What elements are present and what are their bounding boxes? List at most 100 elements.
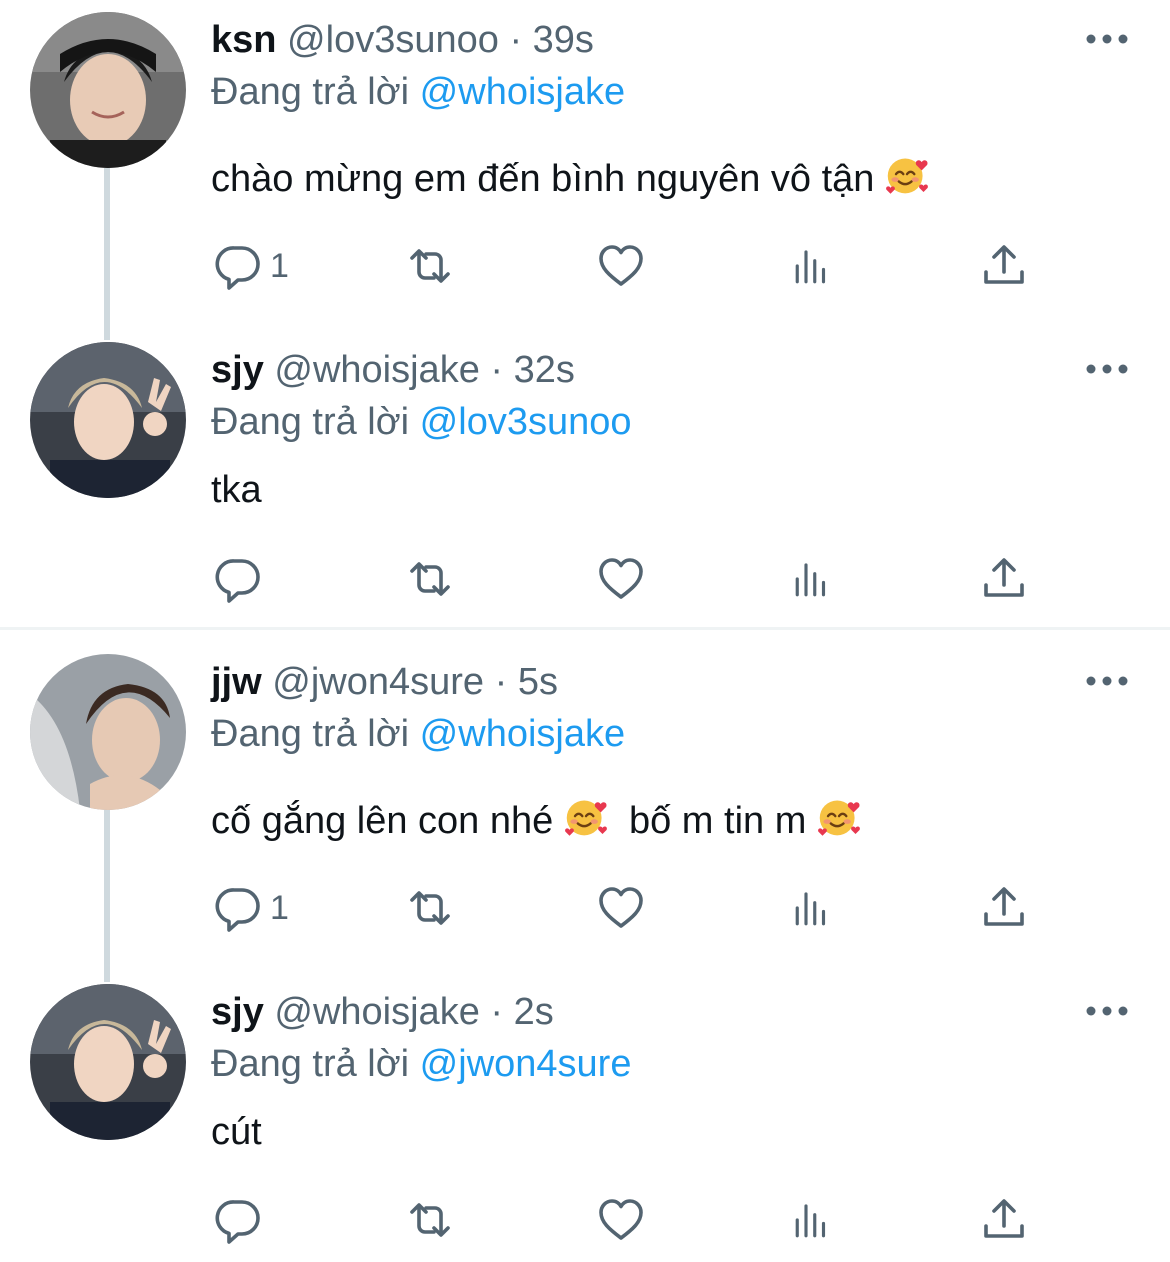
avatar-jjw[interactable] (30, 654, 186, 810)
smiling-face-with-hearts-icon (564, 795, 608, 839)
views-icon (792, 242, 834, 290)
tweet-text-content: cút (211, 1111, 262, 1153)
tweet-text-part2: bố m tin m (628, 800, 807, 842)
tweet-1[interactable]: ksn @lov3sunoo · 39s Đang trả lời @whois… (0, 0, 1170, 320)
share-button[interactable] (980, 878, 1028, 938)
timestamp[interactable]: 39s (533, 19, 594, 61)
share-icon (980, 555, 1028, 603)
views-icon (792, 884, 834, 932)
mention-link[interactable]: @lov3sunoo (420, 401, 632, 443)
reply-icon (214, 242, 262, 290)
retweet-button[interactable] (402, 549, 458, 609)
tweet-text-content: chào mừng em đến bình nguyên vô tận (211, 158, 875, 200)
share-icon (980, 884, 1028, 932)
like-button[interactable] (597, 236, 645, 296)
views-icon (792, 555, 834, 603)
tweet-header: sjy @whoisjake · 2s (211, 990, 554, 1034)
smiling-face-with-hearts-icon (817, 795, 861, 839)
avatar-sjy[interactable] (30, 342, 186, 498)
tweet-text: cút (211, 1110, 262, 1154)
tweet-header: jjw @jwon4sure · 5s (211, 660, 558, 704)
mention-link[interactable]: @whoisjake (420, 713, 625, 755)
action-bar: 1 (0, 236, 1170, 296)
action-bar (0, 1190, 1170, 1250)
separator: · (490, 349, 504, 391)
like-button[interactable] (597, 1190, 645, 1250)
more-icon[interactable] (1084, 671, 1130, 691)
replying-to-prefix: Đang trả lời (211, 713, 410, 755)
reply-button[interactable]: 1 (214, 878, 289, 938)
reply-icon (214, 1196, 262, 1244)
display-name[interactable]: sjy (211, 991, 264, 1033)
replying-to: Đang trả lời @whoisjake (211, 70, 625, 114)
replying-to: Đang trả lời @whoisjake (211, 712, 625, 756)
like-button[interactable] (597, 878, 645, 938)
user-handle[interactable]: @whoisjake (274, 349, 479, 391)
tweet-header: ksn @lov3sunoo · 39s (211, 18, 594, 62)
reply-count: 1 (270, 888, 289, 927)
reply-button[interactable]: 1 (214, 236, 289, 296)
retweet-icon (402, 1196, 458, 1244)
reply-count: 1 (270, 246, 289, 285)
tweet-text: cố gắng lên con nhé bố m tin m (211, 795, 861, 843)
more-icon[interactable] (1084, 1001, 1130, 1021)
tweet-text: tka (211, 468, 262, 512)
heart-icon (597, 1196, 645, 1244)
tweet-text-content: tka (211, 469, 262, 511)
share-button[interactable] (980, 549, 1028, 609)
views-icon (792, 1196, 834, 1244)
retweet-button[interactable] (402, 236, 458, 296)
display-name[interactable]: sjy (211, 349, 264, 391)
reply-button[interactable] (214, 549, 270, 609)
user-handle[interactable]: @jwon4sure (272, 661, 484, 703)
tweet-3[interactable]: jjw @jwon4sure · 5s Đang trả lời @whoisj… (0, 630, 1170, 960)
retweet-icon (402, 884, 458, 932)
display-name[interactable]: jjw (211, 661, 262, 703)
user-handle[interactable]: @whoisjake (274, 991, 479, 1033)
like-button[interactable] (597, 549, 645, 609)
heart-icon (597, 242, 645, 290)
separator: · (494, 661, 508, 703)
share-icon (980, 242, 1028, 290)
reply-button[interactable] (214, 1190, 270, 1250)
replying-to: Đang trả lời @lov3sunoo (211, 400, 632, 444)
avatar-ksn[interactable] (30, 12, 186, 168)
more-icon[interactable] (1084, 29, 1130, 49)
avatar-sjy[interactable] (30, 984, 186, 1140)
share-icon (980, 1196, 1028, 1244)
heart-icon (597, 884, 645, 932)
reply-icon (214, 884, 262, 932)
user-handle[interactable]: @lov3sunoo (287, 19, 499, 61)
views-button[interactable] (792, 1190, 834, 1250)
retweet-button[interactable] (402, 878, 458, 938)
heart-icon (597, 555, 645, 603)
tweet-text: chào mừng em đến bình nguyên vô tận (211, 153, 929, 201)
mention-link[interactable]: @jwon4sure (420, 1043, 632, 1085)
action-bar (0, 549, 1170, 609)
tweet-4[interactable]: sjy @whoisjake · 2s Đang trả lời @jwon4s… (0, 960, 1170, 1262)
replying-to: Đang trả lời @jwon4sure (211, 1042, 631, 1086)
mention-link[interactable]: @whoisjake (420, 71, 625, 113)
timestamp[interactable]: 32s (514, 349, 575, 391)
tweet-text-part1: cố gắng lên con nhé (211, 800, 554, 842)
views-button[interactable] (792, 878, 834, 938)
display-name[interactable]: ksn (211, 19, 276, 61)
retweet-icon (402, 555, 458, 603)
more-icon[interactable] (1084, 359, 1130, 379)
views-button[interactable] (792, 236, 834, 296)
replying-to-prefix: Đang trả lời (211, 401, 410, 443)
share-button[interactable] (980, 236, 1028, 296)
retweet-button[interactable] (402, 1190, 458, 1250)
action-bar: 1 (0, 878, 1170, 938)
replying-to-prefix: Đang trả lời (211, 1043, 410, 1085)
tweet-header: sjy @whoisjake · 32s (211, 348, 575, 392)
views-button[interactable] (792, 549, 834, 609)
share-button[interactable] (980, 1190, 1028, 1250)
tweet-2[interactable]: sjy @whoisjake · 32s Đang trả lời @lov3s… (0, 320, 1170, 628)
timestamp[interactable]: 5s (518, 661, 558, 703)
separator: · (509, 19, 523, 61)
timestamp[interactable]: 2s (514, 991, 554, 1033)
reply-icon (214, 555, 262, 603)
replying-to-prefix: Đang trả lời (211, 71, 410, 113)
smiling-face-with-hearts-icon (885, 153, 929, 197)
